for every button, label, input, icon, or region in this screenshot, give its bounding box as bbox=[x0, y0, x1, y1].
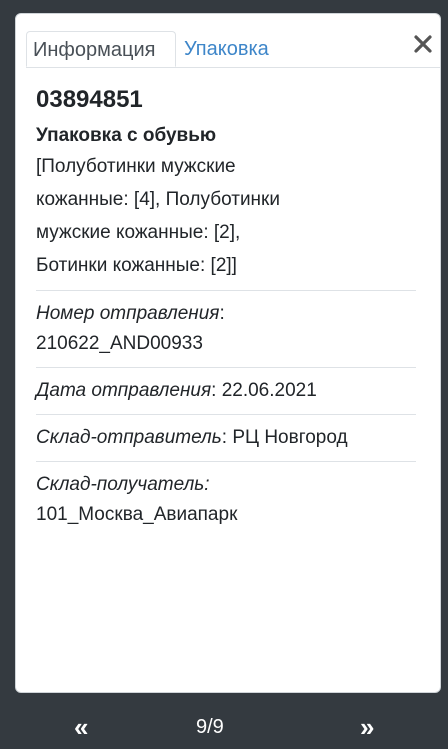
tab-package[interactable]: Упаковка bbox=[178, 31, 275, 67]
shipment-number-value: 210622_AND00933 bbox=[36, 333, 203, 354]
divider bbox=[36, 461, 416, 462]
shipment-date-value: 22.06.2021 bbox=[221, 380, 317, 401]
item-details: 03894851 Упаковка с обувью [Полуботинки … bbox=[36, 84, 416, 530]
receiver-value: 101_Москва_Авиапарк bbox=[36, 504, 238, 525]
tab-information[interactable]: Информация bbox=[26, 31, 176, 67]
shipment-number-label: Номер отправления bbox=[36, 303, 220, 324]
item-name: Упаковка с обувью bbox=[36, 125, 217, 146]
sender-value: РЦ Новгород bbox=[232, 427, 348, 448]
next-page-button[interactable]: » bbox=[360, 712, 374, 742]
receiver-label: Склад-получатель: bbox=[36, 474, 210, 495]
divider bbox=[36, 367, 416, 368]
tab-bar: Информация Упаковка bbox=[26, 31, 440, 68]
app-frame: Информация Упаковка 03894851 Упаковка с … bbox=[0, 0, 448, 749]
close-icon[interactable] bbox=[412, 33, 434, 55]
sender-row: Склад-отправитель: РЦ Новгород bbox=[36, 427, 348, 448]
divider bbox=[36, 290, 416, 291]
sender-label: Склад-отправитель bbox=[36, 427, 222, 448]
divider bbox=[36, 414, 416, 415]
receiver-row: Склад-получатель: 101_Москва_Авиапарк bbox=[36, 470, 416, 530]
item-card: Информация Упаковка 03894851 Упаковка с … bbox=[15, 13, 441, 693]
prev-page-button[interactable]: « bbox=[74, 712, 88, 742]
item-contents: [Полуботинки мужские кожанные: [4], Полу… bbox=[36, 156, 280, 276]
shipment-date-label: Дата отправления bbox=[36, 380, 212, 401]
pagination-bar: « 9/9 » bbox=[0, 706, 448, 749]
shipment-date-row: Дата отправления: 22.06.2021 bbox=[36, 380, 317, 401]
item-code: 03894851 bbox=[36, 86, 143, 113]
page-indicator: 9/9 bbox=[196, 716, 224, 738]
shipment-number-row: Номер отправления: 210622_AND00933 bbox=[36, 303, 225, 354]
